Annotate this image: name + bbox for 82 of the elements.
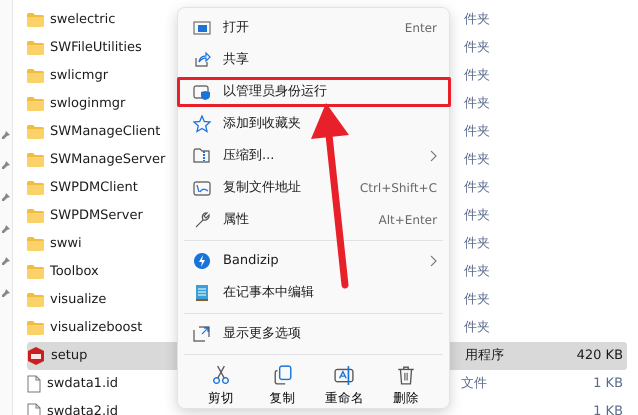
share-icon xyxy=(193,51,211,69)
star-icon xyxy=(193,115,211,133)
file-type: 件夹 xyxy=(464,291,491,310)
menu-item[interactable]: 复制文件地址 Ctrl+Shift+C xyxy=(182,172,445,204)
folder-zip-icon xyxy=(193,147,211,165)
delete-button[interactable]: 删除 xyxy=(382,365,430,408)
file-type: 件夹 xyxy=(464,95,491,114)
file-type: 件夹 xyxy=(464,39,491,58)
pin-icon xyxy=(1,288,11,298)
file-size: 420 KB xyxy=(576,347,623,366)
folder-icon xyxy=(27,41,44,55)
folder-icon xyxy=(27,181,44,195)
menu-item[interactable]: 添加到收藏夹 xyxy=(182,108,445,140)
folder-icon xyxy=(27,69,44,83)
file-type: 件夹 xyxy=(464,151,491,170)
pin-icon xyxy=(1,160,11,170)
shortcut-text: Enter xyxy=(404,20,437,37)
file-name: swdata1.id xyxy=(47,376,118,392)
file-type: 文件 xyxy=(461,375,488,394)
file-type: 件夹 xyxy=(464,11,491,30)
file-name: visualize xyxy=(50,292,106,308)
file-type: 件夹 xyxy=(464,319,491,338)
file-type: 件夹 xyxy=(464,207,491,226)
cut-button[interactable]: 剪切 xyxy=(196,365,245,408)
file-type: 件夹 xyxy=(464,67,491,86)
folder-icon xyxy=(27,97,44,111)
menu-item[interactable]: 属性 Alt+Enter xyxy=(182,204,445,236)
file-type: 件夹 xyxy=(464,263,491,282)
menu-item[interactable]: 显示更多选项 xyxy=(182,318,445,350)
folder-icon xyxy=(27,237,44,251)
shortcut-text: Ctrl+Shift+C xyxy=(360,180,437,197)
path-icon xyxy=(193,179,211,197)
pin-icon xyxy=(1,130,11,140)
file-type: 件夹 xyxy=(464,235,491,254)
notepad-icon xyxy=(193,284,211,302)
bandizip-icon xyxy=(193,252,211,270)
expand-icon xyxy=(193,325,211,343)
folder-icon xyxy=(27,293,44,307)
file-name: swloginmgr xyxy=(50,96,126,112)
open-icon xyxy=(193,19,211,37)
scissors-icon xyxy=(210,365,231,385)
pin-icon xyxy=(1,256,11,266)
menu-item[interactable]: Bandizip xyxy=(182,245,445,277)
menu-item[interactable]: 在记事本中编辑 xyxy=(182,277,445,309)
pin-icon xyxy=(1,224,11,234)
shield-icon xyxy=(193,83,211,101)
file-name: swlicmgr xyxy=(50,68,108,84)
file-type: 件夹 xyxy=(464,123,491,142)
menu-item[interactable]: 共享 xyxy=(182,44,445,76)
file-name: SWPDMClient xyxy=(50,180,138,196)
copy-button[interactable]: 复制 xyxy=(258,365,307,408)
shortcut-text: Alt+Enter xyxy=(378,212,437,229)
file-type: 用程序 xyxy=(465,347,505,366)
rename-button[interactable]: 重命名 xyxy=(320,365,368,408)
file-type: 件夹 xyxy=(464,179,491,198)
file-name: SWPDMServer xyxy=(50,208,143,224)
folder-icon xyxy=(27,321,44,335)
file-name: swwi xyxy=(50,236,82,252)
folder-icon xyxy=(27,13,44,27)
menu-item[interactable]: 打开 Enter xyxy=(182,12,445,44)
file-size: 1 KB xyxy=(593,375,623,394)
file-name: visualizeboost xyxy=(50,320,142,336)
pin-icon xyxy=(1,192,11,202)
wrench-icon xyxy=(193,211,211,229)
app-icon xyxy=(27,347,45,365)
trash-icon xyxy=(396,365,416,385)
folder-icon xyxy=(27,209,44,223)
file-size: 1 KB xyxy=(593,403,623,415)
file-name: SWManageClient xyxy=(50,124,160,140)
file-name: swelectric xyxy=(50,12,116,28)
menu-item[interactable]: 压缩到... xyxy=(182,140,445,172)
file-name: SWManageServer xyxy=(50,152,166,168)
folder-icon xyxy=(27,265,44,279)
file-name: Toolbox xyxy=(50,264,99,280)
file-icon xyxy=(27,375,41,393)
file-name: SWFileUtilities xyxy=(50,40,142,56)
file-name: setup xyxy=(51,348,88,364)
folder-icon xyxy=(27,153,44,167)
folder-icon xyxy=(27,125,44,139)
copy-icon xyxy=(272,365,293,385)
menu-item[interactable]: 以管理员身份运行 xyxy=(182,76,445,108)
rename-icon xyxy=(334,365,354,385)
